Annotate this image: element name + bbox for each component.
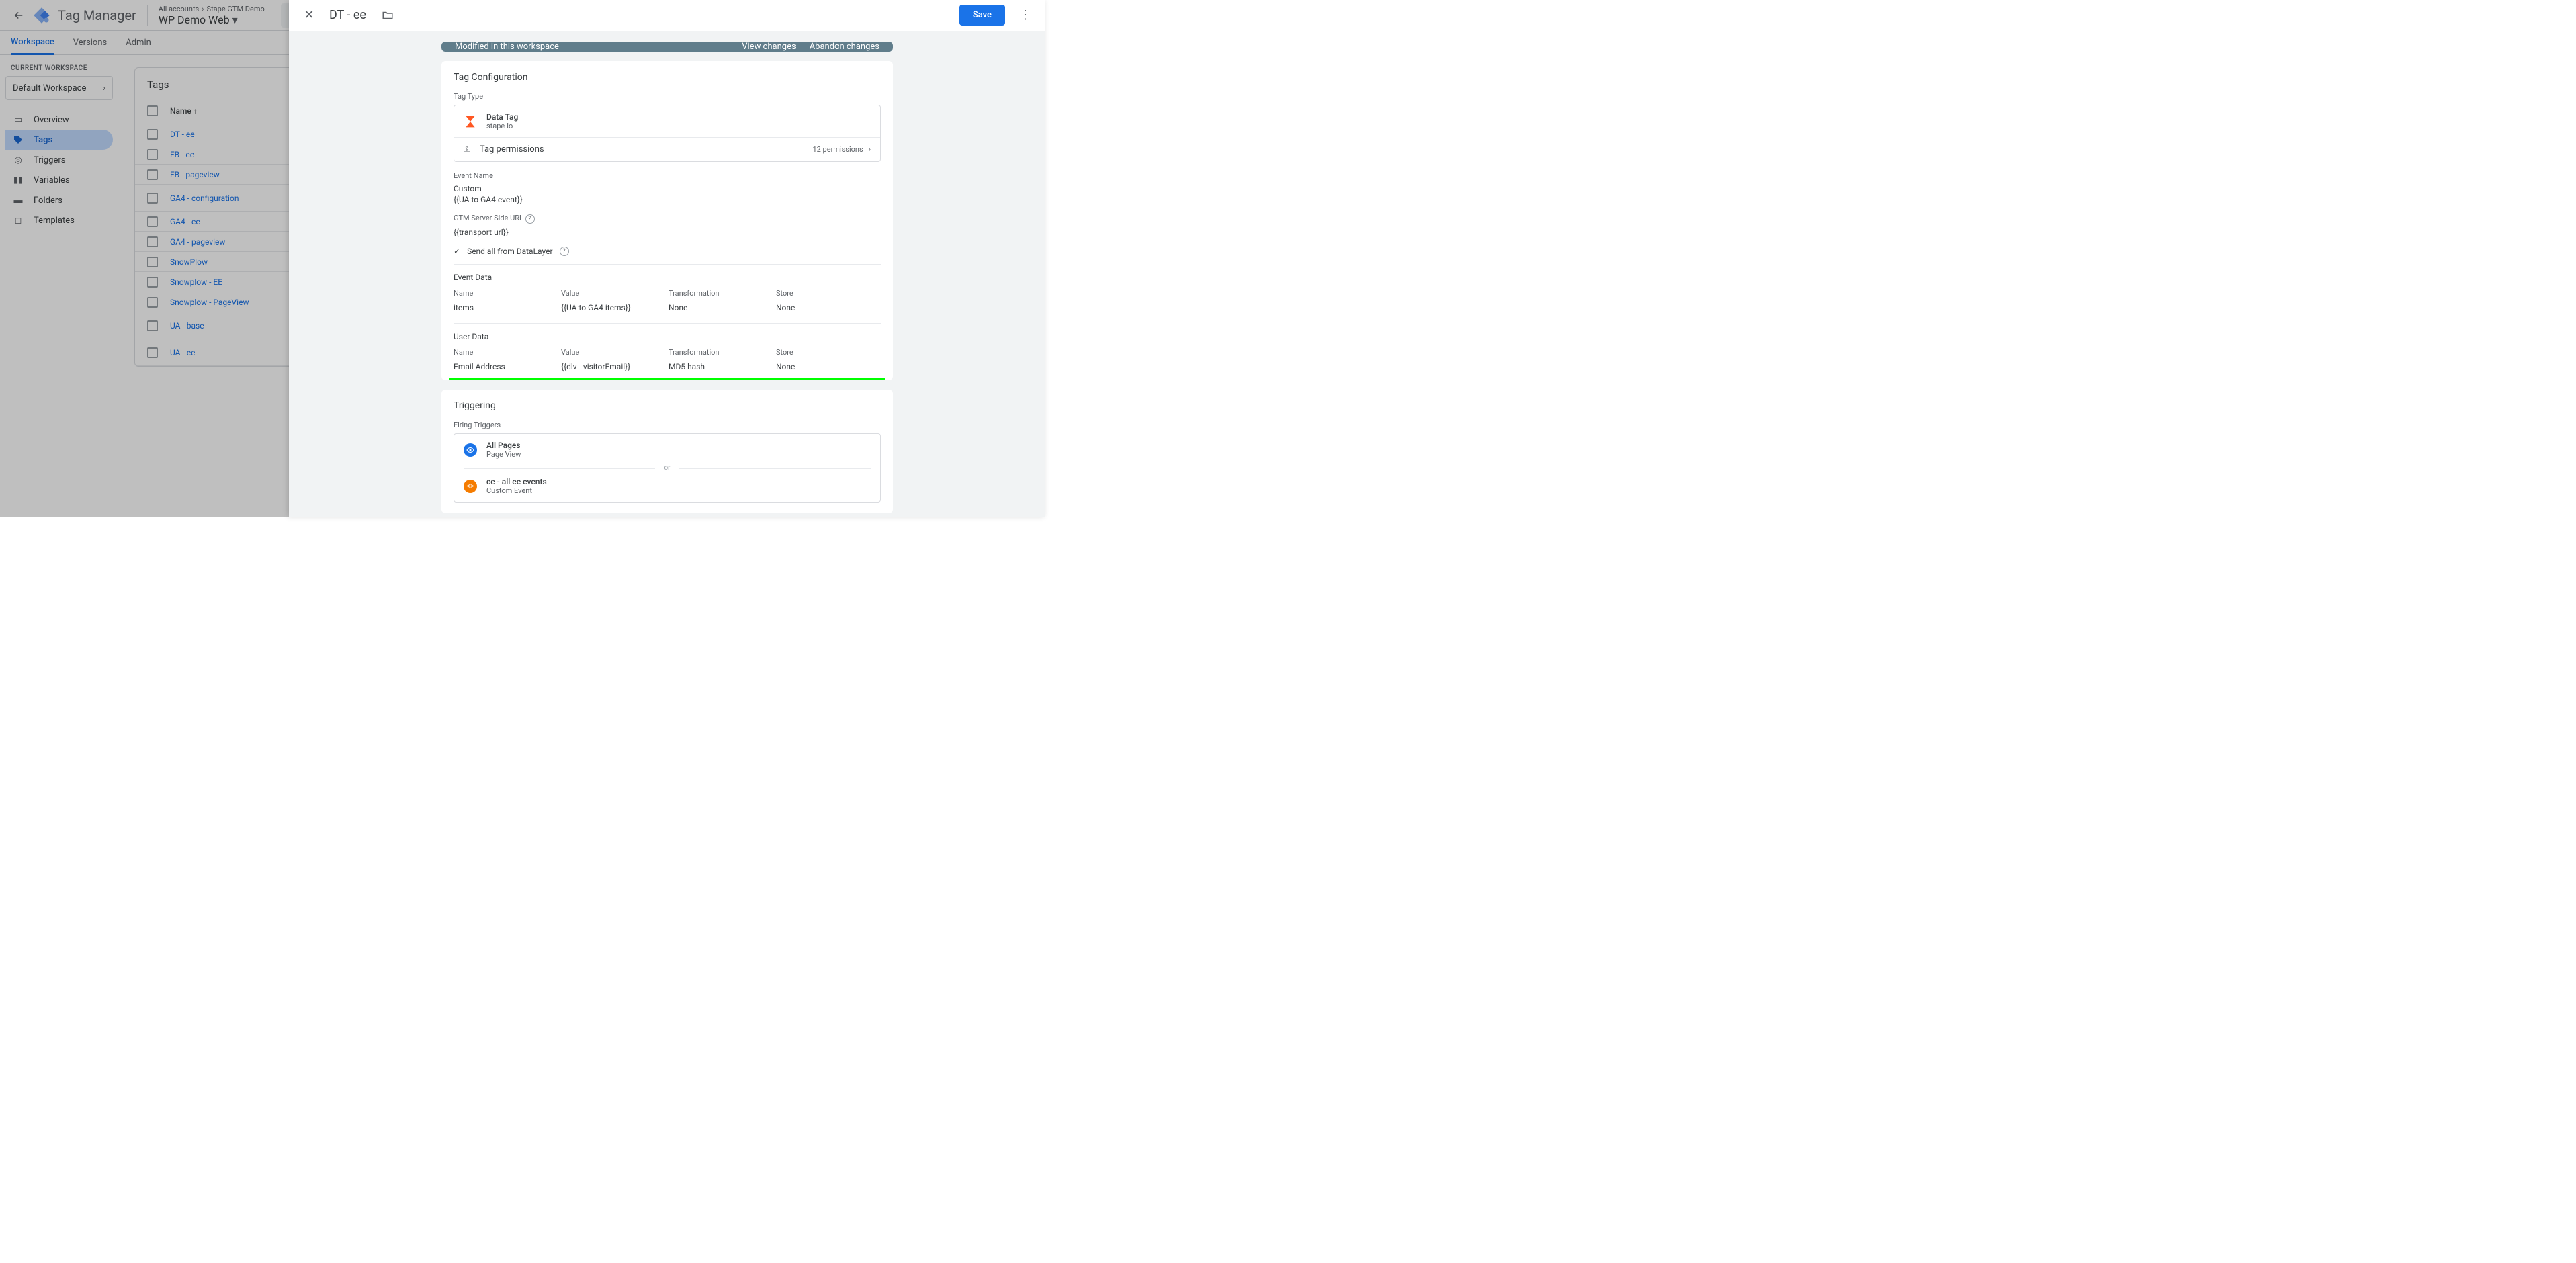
help-icon[interactable]: ? — [560, 247, 569, 256]
tag-type-label: Tag Type — [454, 92, 881, 101]
event-name-value: Custom — [454, 184, 881, 193]
permissions-count: 12 permissions — [812, 145, 863, 154]
pageview-icon — [464, 443, 477, 457]
trigger-name: All Pages — [486, 441, 521, 450]
event-data-label: Event Data — [454, 273, 881, 282]
user-row-store: None — [776, 362, 881, 372]
more-menu-icon[interactable]: ⋮ — [1017, 8, 1033, 22]
trigger-name: ce - all ee events — [486, 477, 547, 486]
event-row-value: {{UA to GA4 items}} — [561, 303, 669, 312]
chevron-right-icon: › — [869, 145, 871, 154]
trigger-type: Custom Event — [486, 486, 547, 495]
save-button[interactable]: Save — [959, 5, 1005, 26]
banner-message: Modified in this workspace — [455, 42, 559, 52]
col-transform: Transformation — [669, 348, 776, 357]
tag-config-heading: Tag Configuration — [454, 72, 881, 83]
event-name-label: Event Name — [454, 171, 881, 180]
tag-configuration-card[interactable]: Tag Configuration Tag Type Data Tag stap… — [441, 61, 893, 380]
check-icon: ✓ — [454, 247, 460, 256]
col-store: Store — [776, 289, 881, 298]
tag-editor-panel: ✕ DT - ee Save ⋮ Modified in this worksp… — [289, 0, 1045, 517]
modified-banner: Modified in this workspace View changes … — [441, 42, 893, 52]
stape-icon — [464, 115, 477, 128]
abandon-changes-link[interactable]: Abandon changes — [810, 42, 879, 52]
event-row-transform: None — [669, 303, 776, 312]
user-row-transform: MD5 hash — [669, 362, 776, 372]
col-store: Store — [776, 348, 881, 357]
col-value: Value — [561, 348, 669, 357]
triggering-heading: Triggering — [454, 400, 881, 411]
gtm-url-label: GTM Server Side URL — [454, 214, 523, 222]
tag-permissions-label: Tag permissions — [480, 144, 544, 155]
user-data-label: User Data — [454, 332, 881, 341]
trigger-type: Page View — [486, 450, 521, 459]
view-changes-link[interactable]: View changes — [742, 42, 796, 52]
trigger-ce-events[interactable]: <> ce - all ee events Custom Event — [454, 470, 880, 502]
help-icon[interactable]: ? — [525, 214, 535, 224]
tag-type-name: Data Tag — [486, 112, 518, 122]
col-name: Name — [454, 348, 561, 357]
folder-icon[interactable] — [382, 9, 394, 21]
or-separator: or — [454, 464, 880, 472]
firing-triggers-label: Firing Triggers — [454, 421, 881, 429]
triggering-card[interactable]: Triggering Firing Triggers All Pages Pag… — [441, 390, 893, 513]
event-row-name: items — [454, 303, 561, 312]
custom-event-icon: <> — [464, 480, 477, 493]
col-transform: Transformation — [669, 289, 776, 298]
event-row-store: None — [776, 303, 881, 312]
user-row-value: {{dlv - visitorEmail}} — [561, 362, 669, 372]
send-all-label: Send all from DataLayer — [467, 247, 552, 256]
event-name-variable: {{UA to GA4 event}} — [454, 195, 881, 204]
col-name: Name — [454, 289, 561, 298]
highlight-bar — [449, 378, 885, 380]
trigger-all-pages[interactable]: All Pages Page View — [454, 434, 880, 466]
tag-permissions-row[interactable]: ⚿ Tag permissions 12 permissions › — [454, 137, 880, 161]
col-value: Value — [561, 289, 669, 298]
close-icon[interactable]: ✕ — [301, 8, 317, 22]
tag-type-vendor: stape-io — [486, 122, 518, 130]
user-row-name: Email Address — [454, 362, 561, 372]
tag-name-input[interactable]: DT - ee — [329, 7, 370, 24]
key-icon: ⚿ — [464, 144, 470, 155]
gtm-url-value: {{transport url}} — [454, 228, 881, 237]
